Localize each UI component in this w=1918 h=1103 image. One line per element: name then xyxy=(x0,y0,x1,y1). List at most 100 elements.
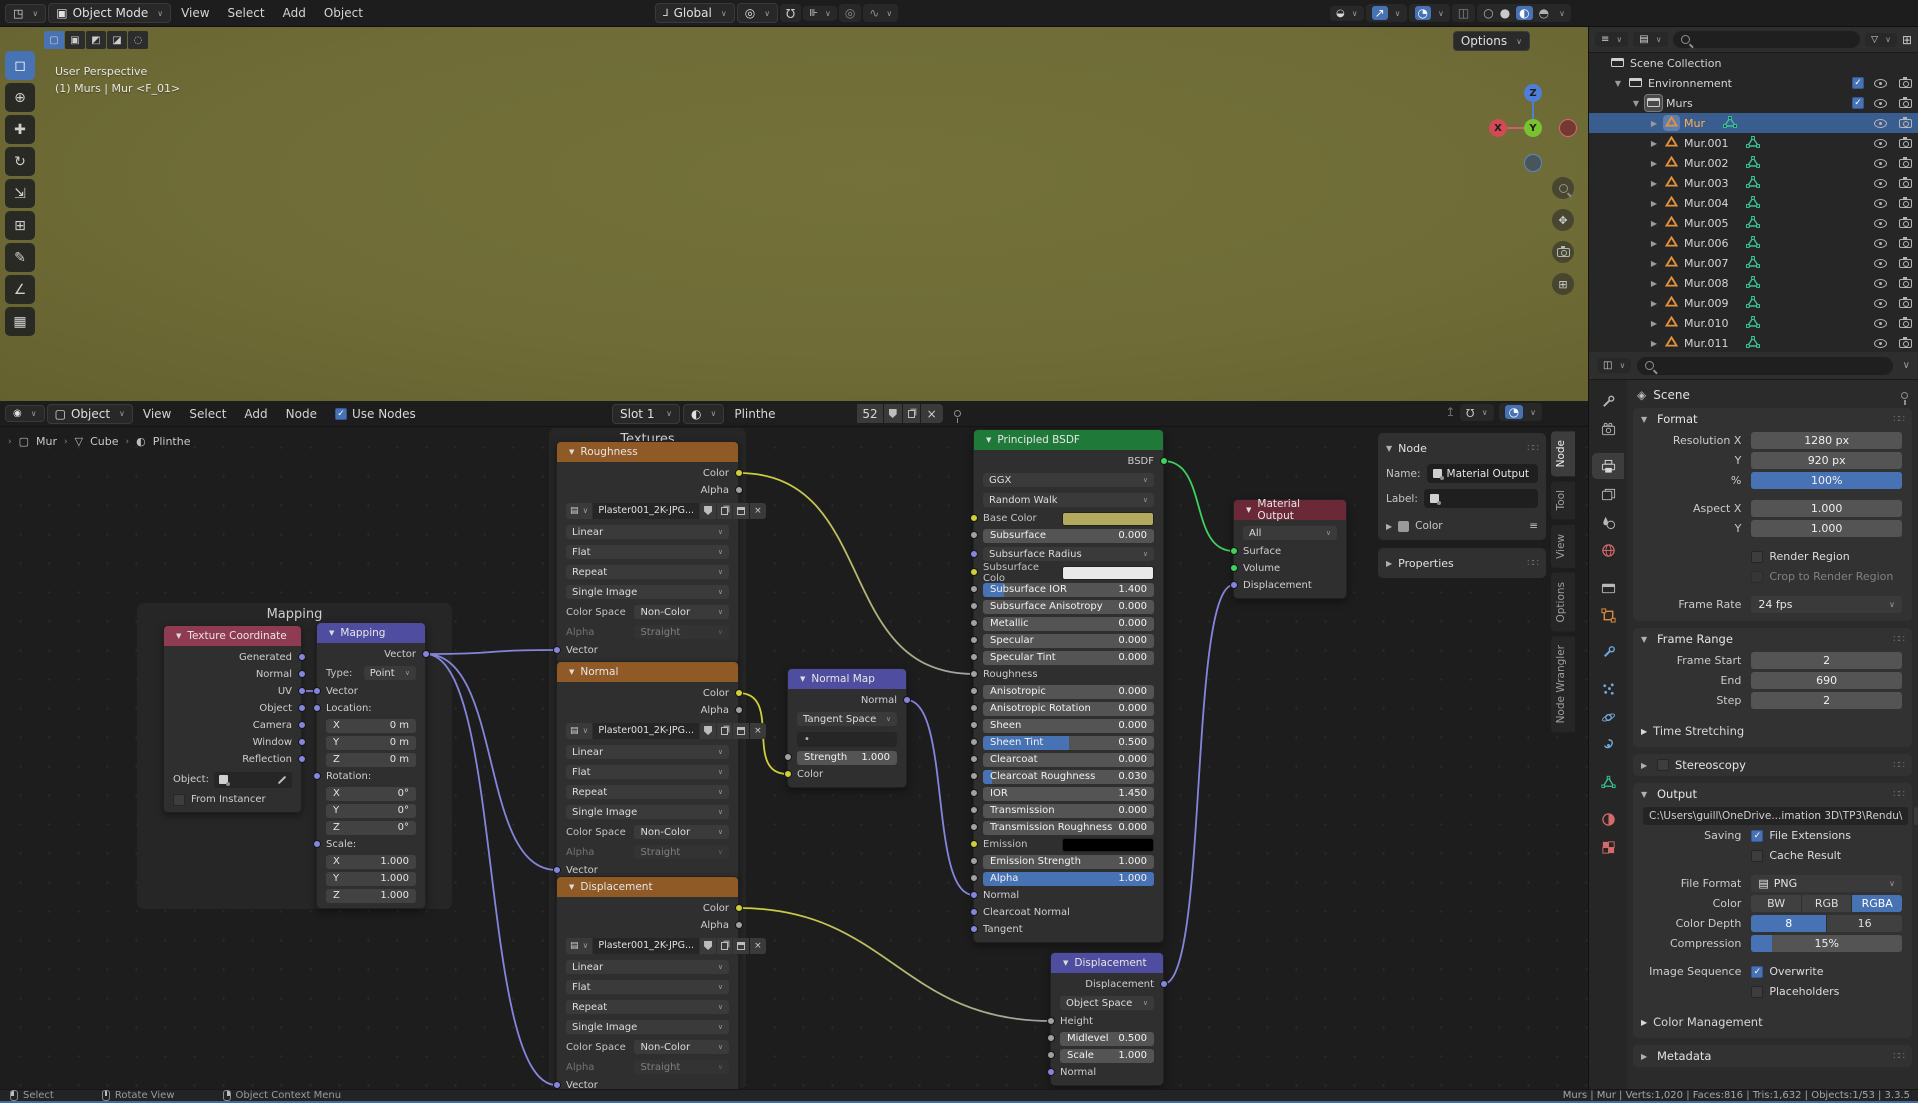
socket-color[interactable] xyxy=(784,770,792,778)
new-material-button[interactable] xyxy=(903,404,920,423)
tab-node[interactable]: Node xyxy=(1551,431,1575,476)
output-path-field[interactable]: C:\Users\guill\OneDrive...imation 3D\TP3… xyxy=(1643,807,1908,825)
material-name-field[interactable]: Plinthe xyxy=(727,404,857,423)
vector-component-field[interactable]: X0° xyxy=(326,787,416,801)
collapse-icon[interactable]: ▼ xyxy=(986,436,991,444)
drag-dots-icon[interactable]: ∷∷ xyxy=(1527,443,1538,454)
collapse-icon[interactable]: ▼ xyxy=(329,629,334,637)
value-field[interactable]: 2 xyxy=(1751,652,1902,669)
select-mode-button[interactable]: ◌ xyxy=(128,31,148,49)
ortho-toggle-control[interactable]: ⊞ xyxy=(1552,273,1574,295)
outliner-row[interactable]: ▶Mur.005 xyxy=(1589,213,1918,233)
node-header[interactable]: ▼Normal xyxy=(557,662,738,682)
value-field[interactable]: 690 xyxy=(1751,672,1902,689)
dropdown-field[interactable]: ▤PNG∨ xyxy=(1751,875,1902,892)
breadcrumb-mesh[interactable]: Cube xyxy=(90,435,118,448)
outliner-item-label[interactable]: Mur.008 xyxy=(1684,277,1728,290)
hide-eye-icon[interactable] xyxy=(1874,219,1887,228)
outliner-row[interactable]: ▶Mur.010 xyxy=(1589,313,1918,333)
axis-x-neg[interactable] xyxy=(1559,119,1577,137)
dropdown-random-walk[interactable]: Random Walk∨ xyxy=(983,493,1154,507)
pivot-point-selector[interactable]: ◎∨ xyxy=(737,3,778,23)
hide-eye-icon[interactable] xyxy=(1874,279,1887,288)
socket-alpha[interactable] xyxy=(735,921,743,929)
socket-emission[interactable] xyxy=(970,840,978,848)
outliner-row[interactable]: ▶Mur.009 xyxy=(1589,293,1918,313)
mode-selector[interactable]: ▣Object Mode∨ xyxy=(48,3,171,23)
navigation-gizmo[interactable]: Z X Y xyxy=(1475,72,1585,182)
proportional-falloff-selector[interactable]: ∿∨ xyxy=(863,4,898,22)
unlink-image-button[interactable]: × xyxy=(750,723,766,739)
color-swatch-base-color[interactable] xyxy=(1062,512,1154,526)
options-button[interactable]: Options∨ xyxy=(1453,31,1530,51)
panel-header[interactable]: ▶Metadata∷∷ xyxy=(1633,1045,1912,1067)
image-name-field[interactable]: Plaster001_2K-JPG... xyxy=(593,723,699,739)
socket-color[interactable] xyxy=(735,904,743,912)
node-roughness[interactable]: ▼RoughnessColorAlpha▤∨Plaster001_2K-JPG.… xyxy=(556,441,739,664)
disclosure-triangle-icon[interactable]: ▶ xyxy=(1649,119,1659,128)
disable-render-icon[interactable] xyxy=(1899,339,1912,348)
hide-eye-icon[interactable] xyxy=(1874,139,1887,148)
disable-render-icon[interactable] xyxy=(1899,199,1912,208)
vector-component-field[interactable]: X1.000 xyxy=(326,855,416,869)
pack-image-button[interactable] xyxy=(733,938,749,954)
socket-color[interactable] xyxy=(735,469,743,477)
vector-component-field[interactable]: Z0° xyxy=(326,821,416,835)
node-header[interactable]: ▼Displacement xyxy=(1051,953,1163,973)
value-field[interactable]: 1.000 xyxy=(1751,520,1902,537)
collapse-icon[interactable]: ▼ xyxy=(569,668,574,676)
node-label-field[interactable] xyxy=(1424,489,1538,508)
outliner-item-label[interactable]: Mur.001 xyxy=(1684,137,1728,150)
vector-component-field[interactable]: X0 m xyxy=(326,719,416,733)
value-field[interactable]: 2 xyxy=(1751,692,1902,709)
disclosure-triangle-icon[interactable]: ▶ xyxy=(1649,339,1659,348)
disclosure-triangle-icon[interactable]: ▶ xyxy=(1649,319,1659,328)
transform-tool[interactable]: ⊞ xyxy=(5,211,35,240)
socket-midlevel[interactable] xyxy=(1047,1034,1055,1042)
disable-render-icon[interactable] xyxy=(1899,79,1912,88)
measure-tool[interactable]: ∠ xyxy=(5,275,35,304)
slider-transmission[interactable]: Transmission0.000 xyxy=(983,804,1154,818)
collapse-icon[interactable]: ▼ xyxy=(1063,959,1068,967)
copy-image-button[interactable] xyxy=(717,938,732,954)
uv-map-field[interactable]: • xyxy=(797,732,897,747)
outliner-item-label[interactable]: Mur.011 xyxy=(1684,337,1728,350)
viewport-3d[interactable]: ▢▣◩◪◌ ◻⊕✚↻⇲⊞✎∠▦ User Perspective (1) Mur… xyxy=(0,27,1588,401)
socket-specular[interactable] xyxy=(970,636,978,644)
color-swatch-emission[interactable] xyxy=(1062,838,1154,852)
node-color-row[interactable]: ▶Color≡ xyxy=(1386,520,1538,532)
node-panel-header[interactable]: ▼Node∷∷ xyxy=(1386,438,1538,458)
tab-node-wrangler[interactable]: Node Wrangler xyxy=(1551,636,1575,732)
disable-render-icon[interactable] xyxy=(1899,119,1912,128)
properties-panel-collapsed[interactable]: ▶Properties∷∷ xyxy=(1378,548,1546,578)
slider-field[interactable]: 15% xyxy=(1751,935,1902,952)
chevron-down-icon[interactable]: ∨ xyxy=(1903,360,1910,371)
socket-object[interactable] xyxy=(298,704,306,712)
collapse-icon[interactable]: ▼ xyxy=(569,448,574,456)
fake-user-button[interactable] xyxy=(884,404,902,423)
socket-tangent[interactable] xyxy=(970,925,978,933)
socket-vector[interactable] xyxy=(553,1081,561,1089)
properties-tab-collection[interactable] xyxy=(1592,574,1624,600)
menu-node[interactable]: Node xyxy=(278,404,325,424)
socket-normal[interactable] xyxy=(298,670,306,678)
outliner-row[interactable]: ▶Mur.006 xyxy=(1589,233,1918,253)
snap-toggle[interactable]: Ω xyxy=(780,4,801,22)
hide-eye-icon[interactable] xyxy=(1874,119,1887,128)
properties-editor-selector[interactable]: ◫∨ xyxy=(1597,358,1631,373)
breadcrumb-material[interactable]: Plinthe xyxy=(153,435,191,448)
socket-subsurface-radius[interactable] xyxy=(970,550,978,558)
dropdown-linear[interactable]: Linear∨ xyxy=(566,745,729,759)
pack-image-button[interactable] xyxy=(733,503,749,519)
collapse-icon[interactable]: ▼ xyxy=(569,883,574,891)
outliner-item-label[interactable]: Mur.003 xyxy=(1684,177,1728,190)
color-swatch[interactable] xyxy=(1398,521,1409,532)
outliner-search-input[interactable] xyxy=(1673,31,1861,48)
menu-add[interactable]: Add xyxy=(236,404,275,424)
properties-tab-world[interactable] xyxy=(1592,537,1624,563)
vector-component-field[interactable]: Z1.000 xyxy=(326,889,416,903)
slider-specular-tint[interactable]: Specular Tint0.000 xyxy=(983,651,1154,665)
socket-displacement[interactable] xyxy=(1230,581,1238,589)
outliner-item-label[interactable]: Mur.004 xyxy=(1684,197,1728,210)
socket-clearcoat[interactable] xyxy=(970,755,978,763)
